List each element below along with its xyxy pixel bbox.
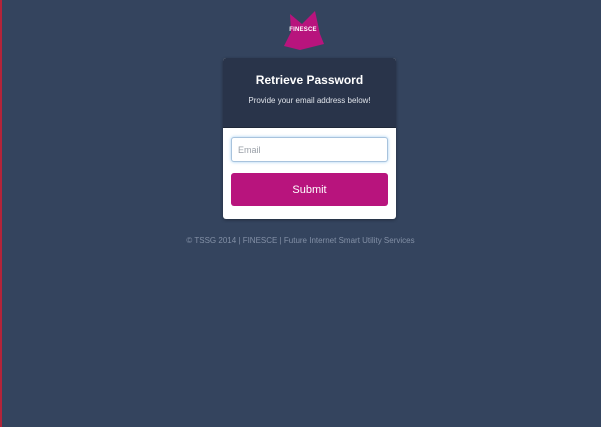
logo-text: FINESCE — [289, 27, 317, 33]
panel-header: Retrieve Password Provide your email add… — [223, 58, 396, 128]
email-field[interactable] — [231, 137, 388, 162]
finesce-logo: FINESCE — [282, 10, 324, 52]
panel-body: Submit — [223, 128, 396, 206]
left-edge-border — [0, 0, 2, 427]
retrieve-password-panel: Retrieve Password Provide your email add… — [223, 58, 396, 219]
page-title: Retrieve Password — [255, 73, 364, 87]
footer-copyright: © TSSG 2014 | FINESCE | Future Internet … — [186, 236, 415, 245]
page-subtitle: Provide your email address below! — [248, 96, 371, 105]
submit-button[interactable]: Submit — [231, 173, 388, 206]
